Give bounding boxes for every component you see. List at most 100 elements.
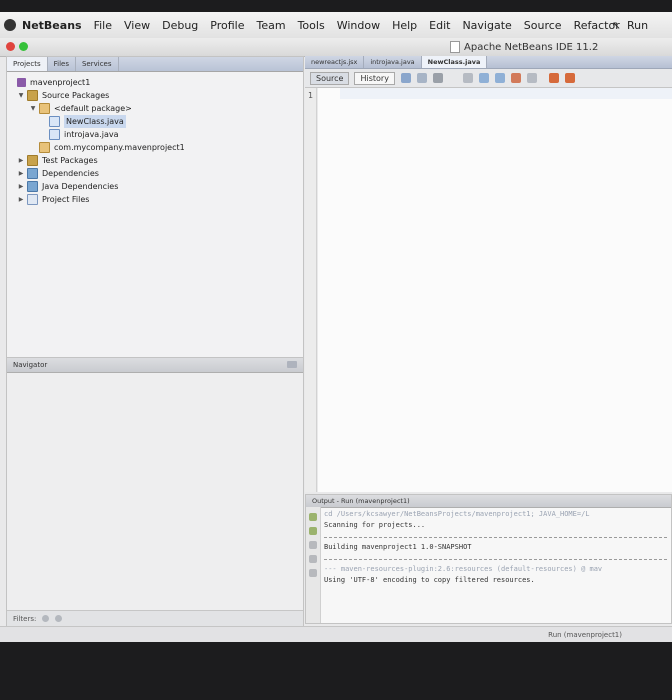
menu-tools[interactable]: Tools xyxy=(292,19,331,32)
history-button[interactable]: History xyxy=(354,71,395,85)
tree-label: com.mycompany.mavenproject1 xyxy=(54,143,185,152)
filter-toggle-icon[interactable] xyxy=(42,615,50,622)
find-icon[interactable] xyxy=(462,73,473,83)
window-title: Apache NetBeans IDE 11.2 xyxy=(450,41,598,53)
navigator-filters-bar: Filters: xyxy=(7,610,303,626)
java-dependencies-icon xyxy=(27,181,38,192)
editor-tab-newclass[interactable]: NewClass.java xyxy=(421,56,488,68)
output-line: Scanning for projects... xyxy=(324,521,426,529)
forward-icon[interactable] xyxy=(432,73,443,83)
menu-debug[interactable]: Debug xyxy=(156,19,204,32)
zoom-window-icon[interactable] xyxy=(19,42,28,51)
collapsed-arrow-icon[interactable]: ▶ xyxy=(17,180,25,193)
source-button[interactable]: Source xyxy=(310,71,350,85)
tree-node-project-files[interactable]: ▶ Project Files xyxy=(7,193,303,206)
expanded-arrow-icon[interactable]: ▼ xyxy=(17,89,25,102)
toggle-bookmark-icon[interactable] xyxy=(526,73,537,83)
output-separator xyxy=(324,559,667,560)
tree-node-introjava[interactable]: introjava.java xyxy=(7,128,303,141)
tree-node-default-package[interactable]: ▼ <default package> xyxy=(7,102,303,115)
tree-node-project[interactable]: mavenproject1 xyxy=(7,76,303,89)
collapsed-arrow-icon[interactable]: ▶ xyxy=(17,154,25,167)
apple-icon[interactable] xyxy=(4,19,16,31)
toggle-highlight-icon[interactable] xyxy=(510,73,521,83)
output-line: Using 'UTF-8' encoding to copy filtered … xyxy=(324,576,535,584)
window-title-text: Apache NetBeans IDE 11.2 xyxy=(464,41,599,53)
tree-label: Source Packages xyxy=(42,91,110,100)
tree-node-source-packages[interactable]: ▼ Source Packages xyxy=(7,89,303,102)
menu-app-name[interactable]: NetBeans xyxy=(22,19,88,32)
project-icon xyxy=(17,78,26,87)
menu-run[interactable]: Run xyxy=(621,19,654,32)
filters-label: Filters: xyxy=(13,614,37,623)
menu-view[interactable]: View xyxy=(118,19,156,32)
menu-team[interactable]: Team xyxy=(251,19,292,32)
package-icon xyxy=(39,103,50,114)
document-icon xyxy=(450,41,460,53)
navigator-header: Navigator xyxy=(7,358,303,373)
menu-navigate[interactable]: Navigate xyxy=(456,19,517,32)
menu-bar: NetBeans File View Debug Profile Team To… xyxy=(0,12,672,39)
project-tree: mavenproject1 ▼ Source Packages ▼ <defau… xyxy=(7,72,303,206)
tree-label: Java Dependencies xyxy=(42,182,119,191)
tree-label-selected: NewClass.java xyxy=(64,115,126,128)
shift-right-icon[interactable] xyxy=(564,73,575,83)
code-editor[interactable] xyxy=(318,88,672,492)
editor-tab-introjava[interactable]: introjava.java xyxy=(364,56,422,68)
line-number-gutter: 1 xyxy=(305,88,317,492)
menu-file[interactable]: File xyxy=(88,19,118,32)
find-previous-icon[interactable] xyxy=(478,73,489,83)
output-side-toolbar xyxy=(306,507,321,623)
output-pane: Output - Run (mavenproject1) cd /Users/k… xyxy=(305,494,672,624)
find-next-icon[interactable] xyxy=(494,73,505,83)
tree-node-com-package[interactable]: com.mycompany.mavenproject1 xyxy=(7,141,303,154)
last-edit-icon[interactable] xyxy=(400,73,411,83)
expanded-arrow-icon[interactable]: ▼ xyxy=(29,102,37,115)
menu-edit[interactable]: Edit xyxy=(423,19,456,32)
output-line: cd /Users/kcsawyer/NetBeansProjects/mave… xyxy=(324,510,590,518)
tab-projects[interactable]: Projects xyxy=(7,57,48,71)
settings-icon[interactable] xyxy=(309,555,317,563)
project-files-icon xyxy=(27,194,38,205)
editor-tab-newreactjs[interactable]: newreactjs.jsx xyxy=(305,56,365,68)
menu-help[interactable]: Help xyxy=(386,19,423,32)
dependencies-icon xyxy=(27,168,38,179)
source-packages-icon xyxy=(27,90,38,101)
collapsed-arrow-icon[interactable]: ▶ xyxy=(17,193,25,206)
editor-tab-bar: newreactjs.jsx introjava.java NewClass.j… xyxy=(305,56,672,69)
tab-files[interactable]: Files xyxy=(48,57,76,71)
collapsed-arrow-icon[interactable]: ▶ xyxy=(17,167,25,180)
output-text: cd /Users/kcsawyer/NetBeansProjects/mave… xyxy=(324,509,667,586)
tree-label: Project Files xyxy=(42,195,90,204)
menu-window[interactable]: Window xyxy=(331,19,386,32)
filter-toggle-icon[interactable] xyxy=(55,615,63,622)
running-task-label[interactable]: Run (mavenproject1) xyxy=(548,631,622,639)
tree-node-dependencies[interactable]: ▶ Dependencies xyxy=(7,167,303,180)
rerun-with-goals-icon[interactable] xyxy=(309,527,317,535)
navigator-pane: Navigator Filters: xyxy=(6,357,304,627)
shift-left-icon[interactable] xyxy=(548,73,559,83)
tree-label: Test Packages xyxy=(42,156,98,165)
output-tab[interactable]: Output - Run (mavenproject1) xyxy=(306,495,671,508)
projects-pane: Projects Files Services mavenproject1 ▼ … xyxy=(6,56,304,358)
stop-icon[interactable] xyxy=(309,541,317,549)
tree-label: introjava.java xyxy=(64,130,119,139)
tree-label: <default package> xyxy=(54,104,132,113)
back-icon[interactable] xyxy=(416,73,427,83)
navigator-tab[interactable]: Navigator xyxy=(13,361,47,369)
screen: NetBeans File View Debug Profile Team To… xyxy=(0,12,672,642)
menu-source[interactable]: Source xyxy=(518,19,568,32)
tree-node-java-dependencies[interactable]: ▶ Java Dependencies xyxy=(7,180,303,193)
package-icon xyxy=(39,142,50,153)
minimize-panel-icon[interactable] xyxy=(287,361,297,368)
status-bar: Run (mavenproject1) xyxy=(0,626,672,642)
output-separator xyxy=(324,537,667,538)
tree-node-newclass[interactable]: NewClass.java xyxy=(7,115,303,128)
output-line: Building mavenproject1 1.0-SNAPSHOT xyxy=(324,543,472,551)
close-window-icon[interactable] xyxy=(6,42,15,51)
tab-services[interactable]: Services xyxy=(76,57,119,71)
menu-profile[interactable]: Profile xyxy=(204,19,250,32)
rerun-icon[interactable] xyxy=(309,513,317,521)
clear-output-icon[interactable] xyxy=(309,569,317,577)
tree-node-test-packages[interactable]: ▶ Test Packages xyxy=(7,154,303,167)
